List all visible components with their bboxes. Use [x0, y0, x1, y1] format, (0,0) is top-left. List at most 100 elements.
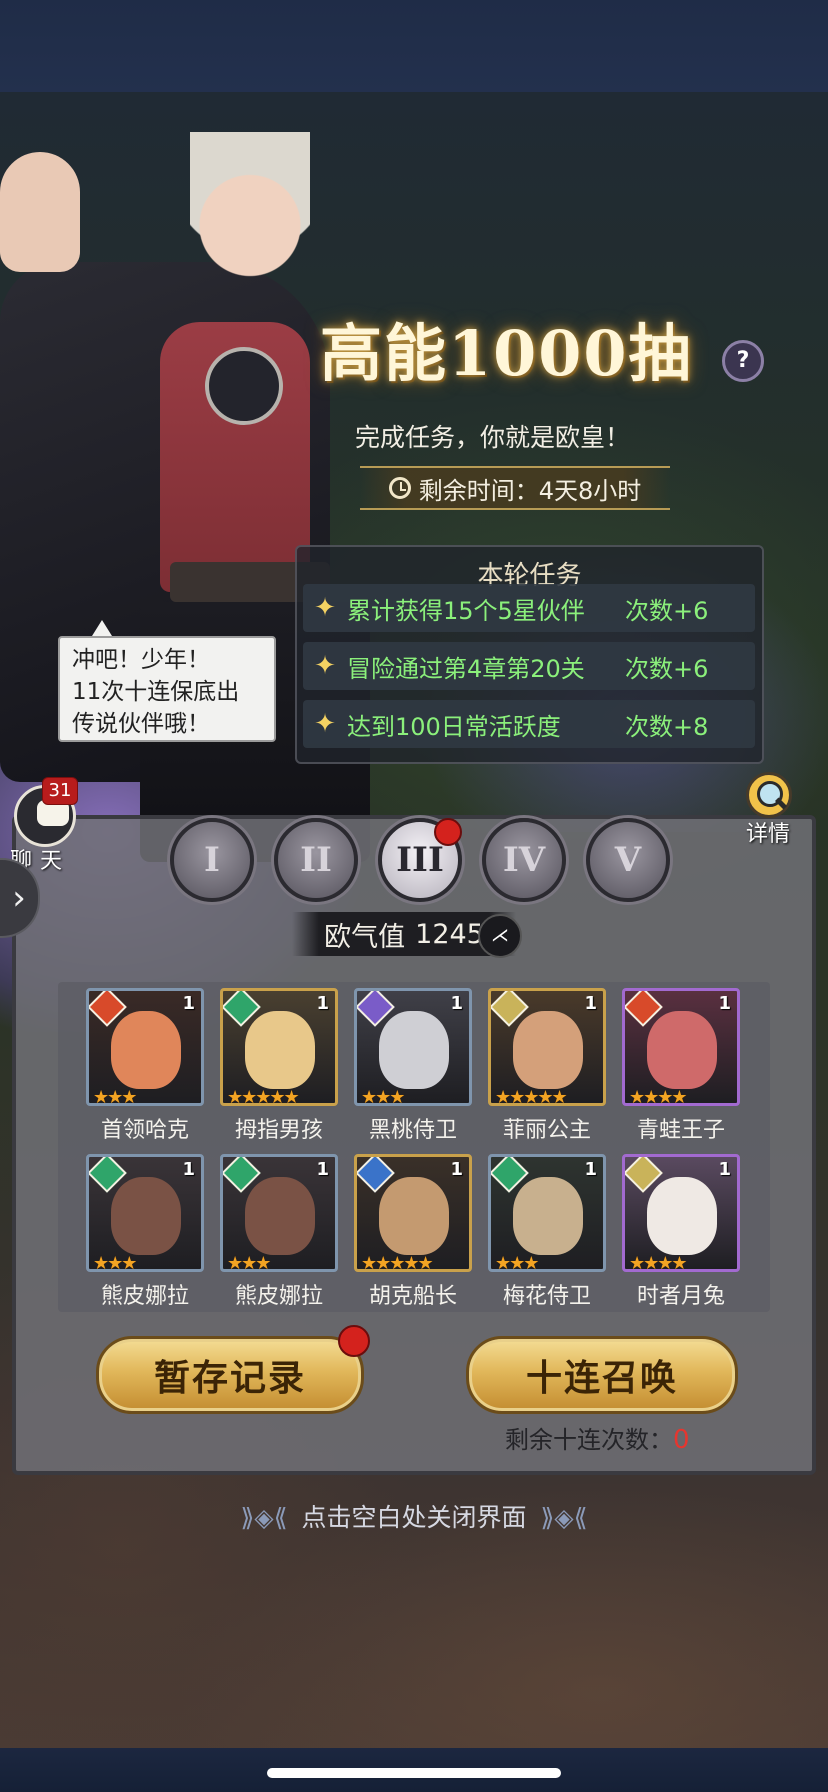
hero-card[interactable]: 1 ★★★★ 时者月兔	[622, 1154, 740, 1309]
hero-portrait: 1 ★★★★	[622, 1154, 740, 1272]
hero-card[interactable]: 1 ★★★ 首领哈克	[86, 988, 204, 1143]
remaining-pulls-count: 0	[673, 1425, 690, 1455]
event-subtitle: 完成任务，你就是欧皇！	[355, 423, 631, 452]
hero-portrait: 1 ★★★★★	[220, 988, 338, 1106]
hero-card[interactable]: 1 ★★★ 梅花侍卫	[488, 1154, 606, 1309]
remaining-pulls-label: 剩余十连次数：	[505, 1426, 673, 1454]
hero-level: 1	[316, 1159, 329, 1180]
timer-banner: 剩余时间：4天8小时	[360, 466, 670, 510]
hero-name: 青蛙王子	[636, 1118, 725, 1143]
task-panel: 本轮任务 ✦ 累计获得15个5星伙伴 次数+6 ✦ 冒险通过第4章第20关 次数…	[295, 545, 764, 764]
diamond-star-icon: ✦	[314, 593, 336, 623]
tier-tab-4[interactable]: IV	[482, 818, 566, 902]
hero-portrait: 1 ★★★★★	[354, 1154, 472, 1272]
hero-name: 梅花侍卫	[502, 1284, 591, 1309]
star-rating-icon: ★★★	[93, 1253, 137, 1272]
speech-line: 传说伙伴哦！	[72, 711, 210, 737]
hero-face	[245, 1177, 315, 1255]
hero-card[interactable]: 1 ★★★ 熊皮娜拉	[220, 1154, 338, 1309]
chat-unread-badge: 31	[42, 777, 78, 805]
hero-portrait: 1 ★★★	[354, 988, 472, 1106]
task-label: 冒险通过第4章第20关	[347, 654, 585, 683]
tier-tab-1[interactable]: I	[170, 818, 254, 902]
hero-level: 1	[316, 993, 329, 1014]
hero-card[interactable]: 1 ★★★★★ 拇指男孩	[220, 988, 338, 1143]
top-banner	[0, 0, 828, 92]
remaining-pulls: 剩余十连次数：0	[505, 1420, 690, 1455]
chat-button[interactable]: 31 聊天	[6, 777, 80, 874]
hero-head	[190, 132, 310, 302]
hero-name: 首领哈克	[100, 1118, 189, 1143]
hero-level: 1	[584, 993, 597, 1014]
tier-tab-3[interactable]: III	[378, 818, 462, 902]
hero-level: 1	[182, 993, 195, 1014]
diamond-star-icon: ✦	[314, 709, 336, 739]
hero-portrait: 1 ★★★	[220, 1154, 338, 1272]
tier-tabs: I II III IV V	[170, 818, 670, 904]
hero-name: 黑桃侍卫	[368, 1118, 457, 1143]
hero-portrait: 1 ★★★	[86, 1154, 204, 1272]
timer-text: 剩余时间：4天8小时	[418, 476, 642, 505]
clock-icon	[388, 477, 411, 499]
hero-name: 拇指男孩	[234, 1118, 323, 1143]
tier-tab-5[interactable]: V	[586, 818, 670, 902]
speech-bubble-tail	[92, 620, 112, 636]
home-indicator[interactable]	[267, 1768, 561, 1778]
hero-face	[647, 1177, 717, 1255]
hero-name: 熊皮娜拉	[100, 1284, 189, 1309]
save-record-button[interactable]: 暂存记录	[96, 1336, 364, 1414]
luck-label: 欧气值	[324, 921, 406, 953]
star-rating-icon: ★★★	[227, 1253, 271, 1272]
star-rating-icon: ★★★★★	[361, 1253, 434, 1272]
hero-level: 1	[450, 993, 463, 1014]
task-row: ✦ 累计获得15个5星伙伴 次数+6	[303, 584, 755, 632]
hero-portrait: 1 ★★★	[86, 988, 204, 1106]
task-reward: 次数+6	[625, 654, 709, 683]
hero-card[interactable]: 1 ★★★★ 青蛙王子	[622, 988, 740, 1143]
magnifier-handle	[774, 797, 788, 810]
hero-card[interactable]: 1 ★★★ 熊皮娜拉	[86, 1154, 204, 1309]
hero-fist	[0, 152, 80, 272]
speech-bubble: 冲吧！少年！ 11次十连保底出 传说伙伴哦！	[58, 636, 276, 742]
diamond-star-icon: ✦	[314, 651, 336, 681]
star-rating-icon: ★★★★	[629, 1087, 688, 1106]
hero-card[interactable]: 1 ★★★★★ 胡克船长	[354, 1154, 472, 1309]
details-button[interactable]: 详情	[738, 772, 798, 847]
close-hint[interactable]: ⟫◈⟪ 点击空白处关闭界面 ⟫◈⟪	[0, 1498, 828, 1534]
spade-emblem	[205, 347, 283, 425]
task-row: ✦ 冒险通过第4章第20关 次数+6	[303, 642, 755, 690]
hero-name: 菲丽公主	[502, 1118, 591, 1143]
task-reward: 次数+8	[625, 712, 709, 741]
hero-face	[245, 1011, 315, 1089]
hero-name: 胡克船长	[368, 1284, 457, 1309]
hero-level: 1	[718, 1159, 731, 1180]
notification-dot	[434, 818, 462, 846]
task-label: 累计获得15个5星伙伴	[347, 596, 585, 625]
share-icon[interactable]: ⋌	[478, 914, 522, 958]
hero-face	[379, 1011, 449, 1089]
hero-level: 1	[718, 993, 731, 1014]
magnifier-icon	[746, 772, 792, 818]
hero-level: 1	[182, 1159, 195, 1180]
hero-face	[513, 1011, 583, 1089]
hero-name: 熊皮娜拉	[234, 1284, 323, 1309]
notification-dot	[338, 1325, 370, 1357]
hero-portrait: 1 ★★★	[488, 1154, 606, 1272]
ten-pull-button[interactable]: 十连召唤	[466, 1336, 738, 1414]
star-rating-icon: ★★★	[93, 1087, 137, 1106]
hero-card[interactable]: 1 ★★★★★ 菲丽公主	[488, 988, 606, 1143]
hero-level: 1	[584, 1159, 597, 1180]
task-row: ✦ 达到100日常活跃度 次数+8	[303, 700, 755, 748]
hero-face	[513, 1177, 583, 1255]
star-rating-icon: ★★★★★	[227, 1087, 300, 1106]
hero-face	[111, 1177, 181, 1255]
luck-value: 1245	[415, 918, 484, 950]
details-label: 详情	[746, 822, 791, 847]
speech-line: 冲吧！少年！	[72, 647, 210, 673]
tier-tab-2[interactable]: II	[274, 818, 358, 902]
star-rating-icon: ★★★★★	[495, 1087, 568, 1106]
help-button[interactable]: ?	[722, 340, 764, 382]
hero-card[interactable]: 1 ★★★ 黑桃侍卫	[354, 988, 472, 1143]
ornament-right-icon: ⟫◈⟪	[540, 1503, 588, 1532]
close-hint-text: 点击空白处关闭界面	[301, 1503, 527, 1532]
